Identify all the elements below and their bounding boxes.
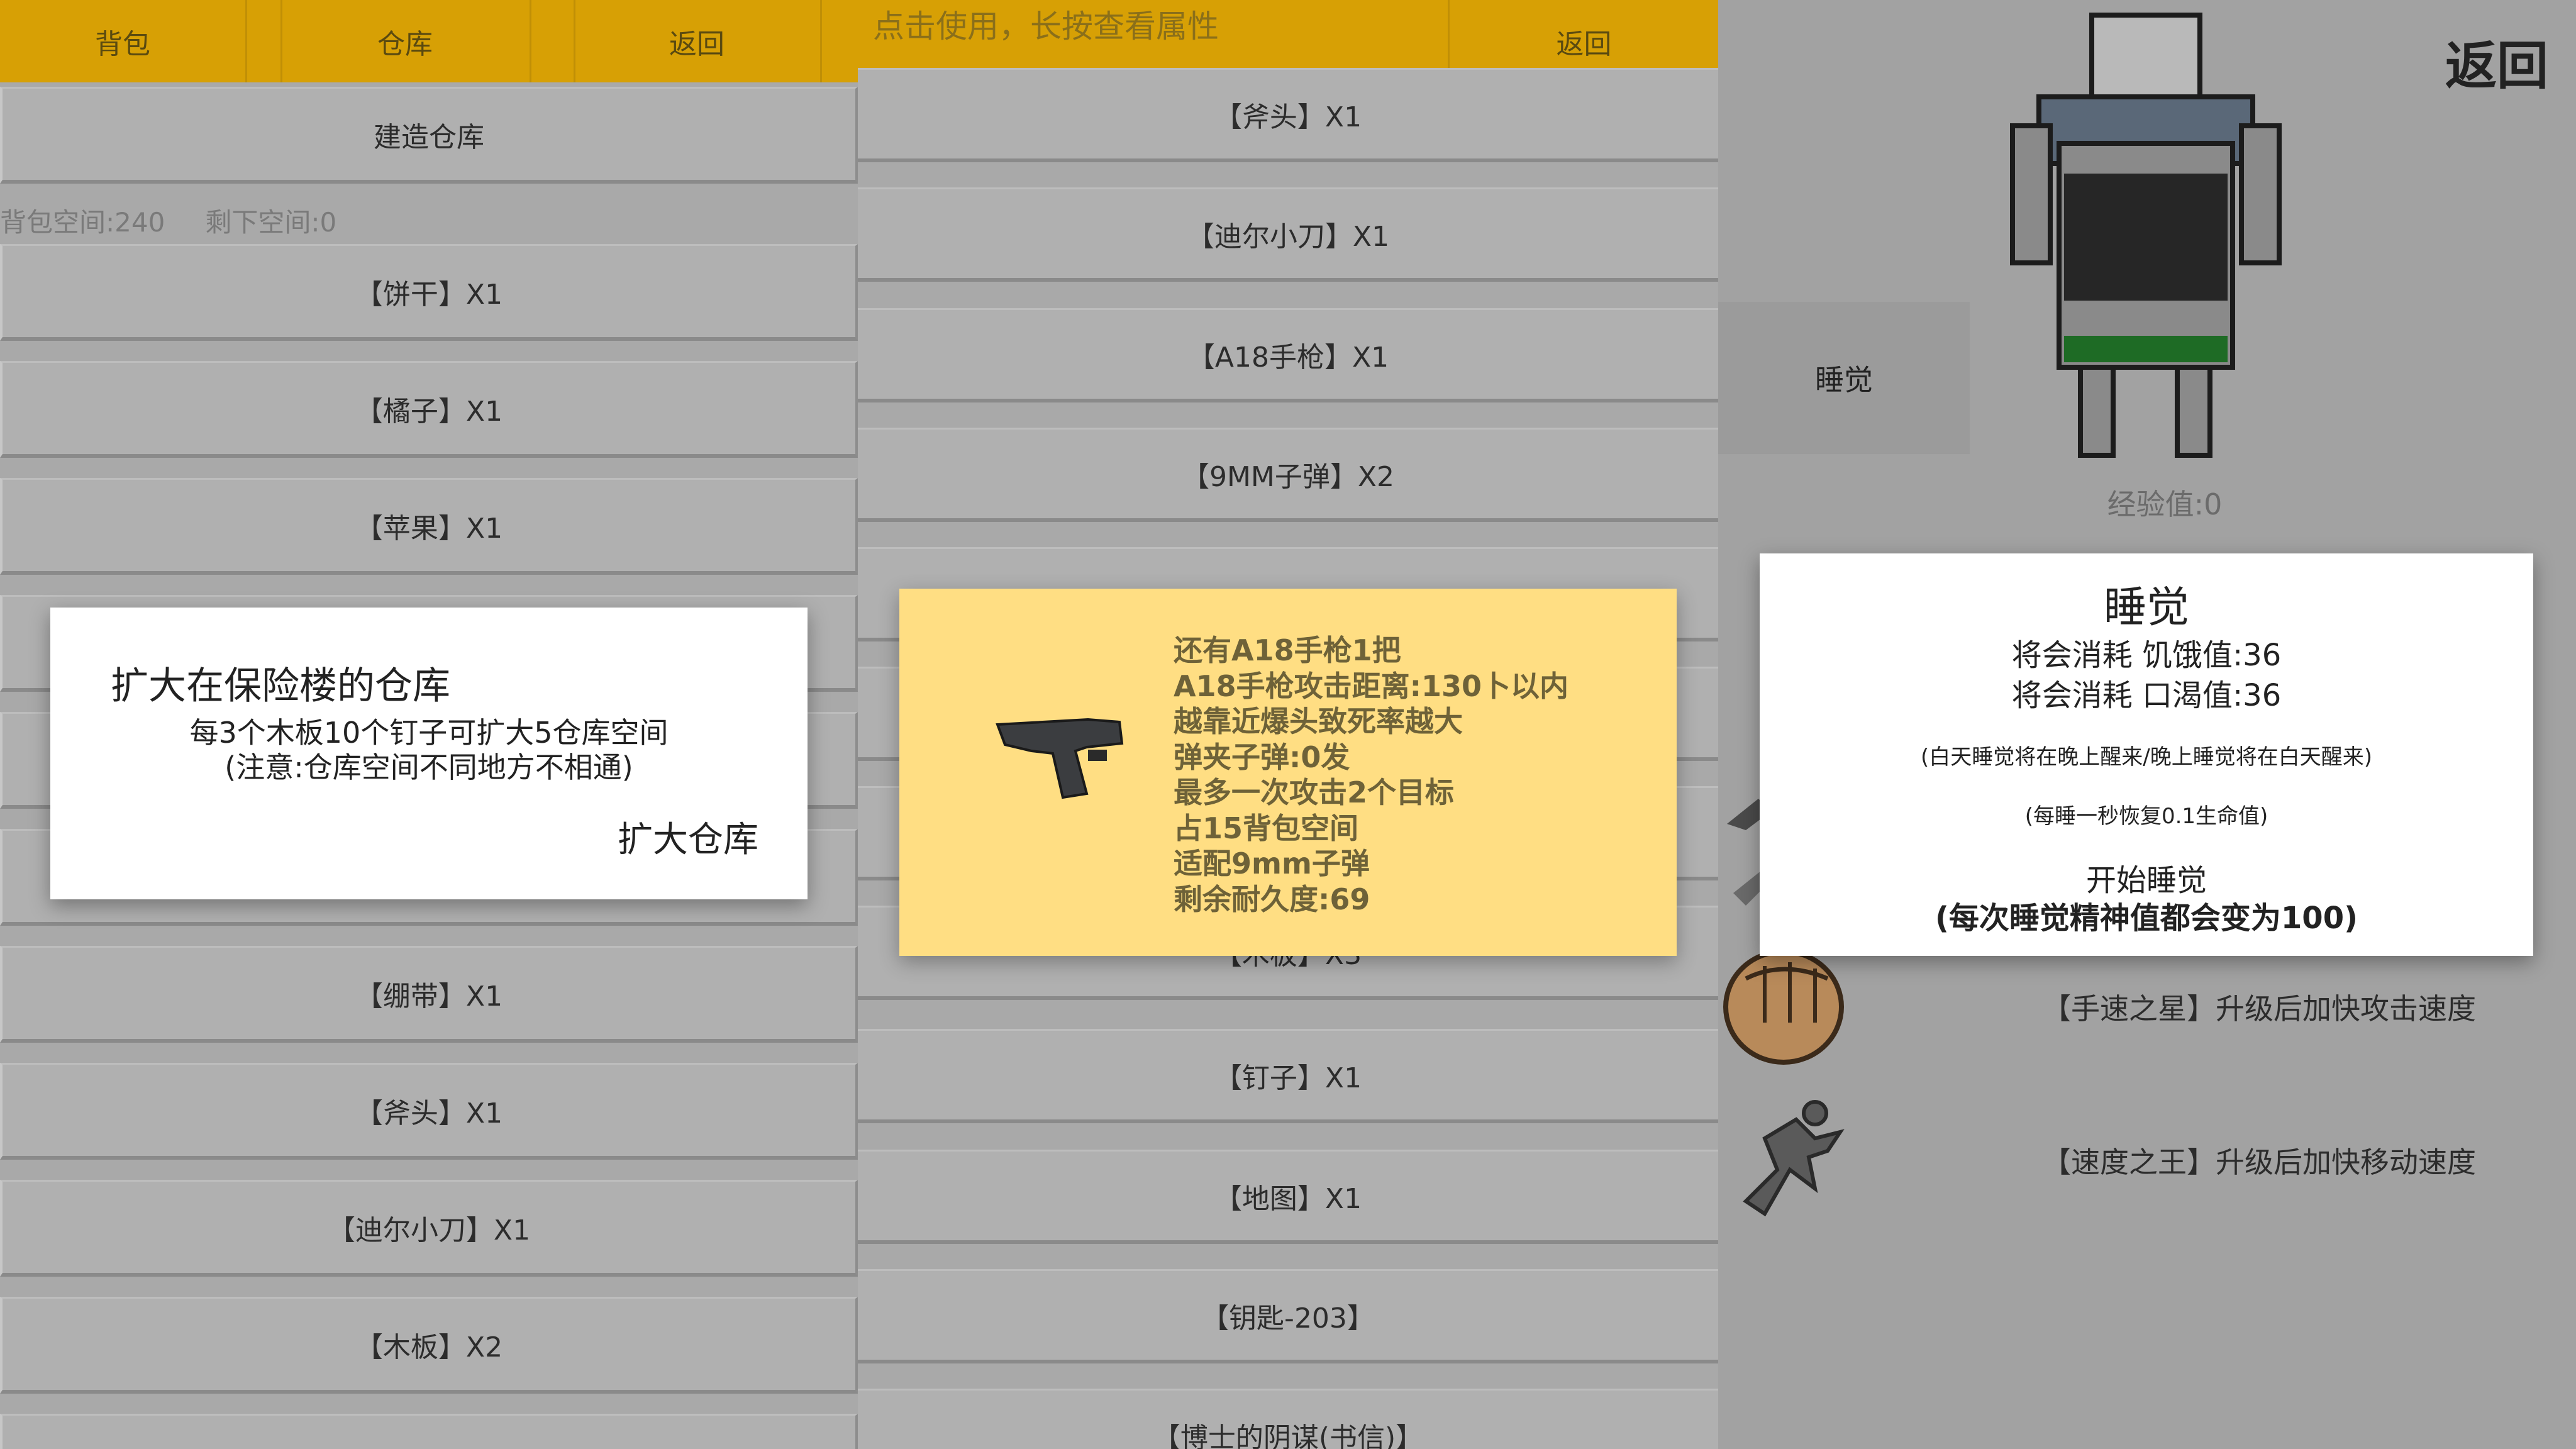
tab-divider <box>530 0 531 82</box>
backpack-tab-bar: 背包 仓库 返回 <box>0 0 858 82</box>
attribute-line: A18手枪攻击距离:130卜以内 <box>1174 669 1569 703</box>
sleep-dialog: 睡觉 将会消耗 饥饿值:36 将会消耗 口渴值:36 (白天睡觉将在晚上醒来/晚… <box>1760 553 2533 956</box>
skill-label: 【速度之王】升级后加快移动速度 <box>2042 1145 2476 1179</box>
sleep-note: (每睡一秒恢复0.1生命值) <box>2024 804 2268 829</box>
usage-hint: 点击使用，长按查看属性 <box>873 8 1219 45</box>
skill-row[interactable]: 【速度之王】升级后加快移动速度 <box>1718 1088 2576 1233</box>
dialog-title: 睡觉 <box>2103 583 2189 633</box>
list-item[interactable]: 【斧头】X1 <box>0 1063 858 1160</box>
list-item[interactable]: 【迪尔小刀】X1 <box>858 187 1718 282</box>
skill-label: 【手速之星】升级后加快攻击速度 <box>2042 992 2476 1026</box>
item-attributes: 还有A18手枪1把 A18手枪攻击距离:130卜以内 越靠近爆头致死率越大 弹夹… <box>1174 633 1568 917</box>
sleep-note: (白天睡觉将在晚上醒来/晚上睡觉将在白天醒来) <box>1921 745 2372 770</box>
list-item[interactable]: 【木板】X2 <box>0 1297 858 1394</box>
tab-backpack[interactable]: 背包 <box>0 0 245 82</box>
list-item[interactable] <box>0 1414 858 1449</box>
item-detail-dialog: 还有A18手枪1把 A18手枪攻击距离:130卜以内 越靠近爆头致死率越大 弹夹… <box>899 589 1677 956</box>
experience-value: 经验值:0 <box>2107 487 2223 521</box>
pistol-icon <box>996 718 1124 799</box>
attribute-line: 占15背包空间 <box>1174 811 1359 845</box>
list-item[interactable]: 【钥匙-203】 <box>858 1269 1718 1363</box>
space-info: 背包空间:240 剩下空间:0 <box>0 201 377 239</box>
backpack-space: 背包空间:240 <box>0 206 165 238</box>
back-button[interactable]: 返回 <box>2445 24 2548 99</box>
list-item[interactable]: 【苹果】X1 <box>0 478 858 575</box>
list-item[interactable]: 【A18手枪】X1 <box>858 308 1718 402</box>
expand-warehouse-button[interactable]: 扩大仓库 <box>618 811 758 862</box>
tab-divider <box>245 0 247 82</box>
attribute-line: 弹夹子弹:0发 <box>1174 740 1350 774</box>
list-item[interactable]: 【地图】X1 <box>858 1150 1718 1244</box>
attribute-line: 还有A18手枪1把 <box>1174 633 1401 667</box>
character-figure <box>2010 13 2282 458</box>
tab-divider <box>820 0 822 82</box>
list-item[interactable]: 【斧头】X1 <box>858 68 1718 162</box>
dialog-note: (注意:仓库空间不同地方不相通) <box>225 750 633 784</box>
thirst-cost: 将会消耗 口渴值:36 <box>2011 678 2282 713</box>
start-sleep-note: (每次睡觉精神值都会变为100) <box>1935 901 2358 936</box>
attribute-line: 适配9mm子弹 <box>1174 847 1370 880</box>
hunger-cost: 将会消耗 饥饿值:36 <box>2011 638 2282 673</box>
attribute-line: 剩余耐久度:69 <box>1174 882 1370 916</box>
fist-icon <box>1723 949 1844 1065</box>
list-item[interactable]: 【迪尔小刀】X1 <box>0 1180 858 1277</box>
tab-back[interactable]: 返回 <box>574 0 820 82</box>
skill-row[interactable]: 【手速之星】升级后加快攻击速度 <box>1718 935 2576 1079</box>
list-item[interactable]: 【博士的阴谋(书信)】 <box>858 1389 1718 1449</box>
attribute-line: 最多一次攻击2个目标 <box>1174 775 1455 809</box>
sleep-button[interactable]: 睡觉 <box>1718 302 1970 454</box>
list-item[interactable]: 【9MM子弹】X2 <box>858 428 1718 522</box>
dialog-title: 扩大在保险楼的仓库 <box>111 664 450 708</box>
list-item[interactable]: 【橘子】X1 <box>0 361 858 458</box>
list-item[interactable]: 【绷带】X1 <box>0 946 858 1043</box>
tab-warehouse[interactable]: 仓库 <box>280 0 530 82</box>
build-warehouse-button[interactable]: 建造仓库 <box>0 87 858 184</box>
attribute-line: 越靠近爆头致死率越大 <box>1174 704 1463 738</box>
list-item[interactable]: 【钉子】X1 <box>858 1029 1718 1123</box>
list-item[interactable]: 【饼干】X1 <box>0 244 858 341</box>
expand-warehouse-dialog: 扩大在保险楼的仓库 每3个木板10个钉子可扩大5仓库空间 (注意:仓库空间不同地… <box>50 608 808 899</box>
remaining-space: 剩下空间:0 <box>205 206 337 238</box>
runner-icon <box>1743 1100 1845 1217</box>
